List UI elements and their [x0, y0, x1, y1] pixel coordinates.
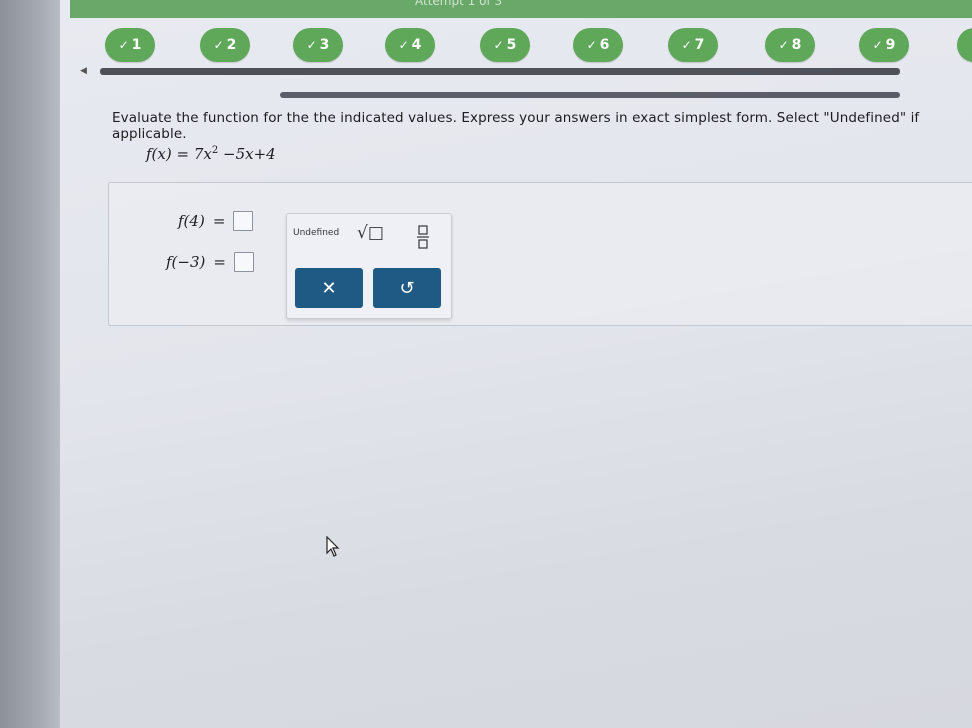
- sqrt-button[interactable]: √□: [357, 223, 384, 243]
- function-lhs: f(x): [146, 145, 172, 163]
- step-5-button[interactable]: ✓ 5: [480, 28, 530, 62]
- function-term-a: 7x: [193, 145, 212, 163]
- undefined-button[interactable]: Undefined: [293, 228, 339, 238]
- answer-2-label: f(−3): [166, 253, 206, 271]
- step-7-button[interactable]: ✓ 7: [668, 28, 718, 62]
- check-icon: ✓: [213, 38, 224, 52]
- math-keypad: Undefined √□ ✕ ↺: [286, 213, 452, 319]
- question-instructions: Evaluate the function for the the indica…: [112, 110, 920, 142]
- progress-bar-shadow: [280, 92, 900, 98]
- clear-button[interactable]: ✕: [295, 268, 363, 308]
- check-icon: ✓: [681, 38, 692, 52]
- function-definition: f(x) = 7x2 −5x+4: [146, 145, 276, 163]
- fraction-button[interactable]: [415, 222, 431, 252]
- answer-1-input[interactable]: [233, 211, 254, 231]
- question-steps: ✓ 1 ✓ 2 ✓ 3 ✓ 4 ✓ 5 ✓ 6 ✓ 7 ✓ 8 ✓ 9: [105, 28, 972, 64]
- check-icon: ✓: [306, 38, 317, 52]
- step-number: 4: [411, 37, 422, 53]
- step-4-button[interactable]: ✓ 4: [385, 28, 435, 62]
- answer-2-input[interactable]: [233, 252, 254, 272]
- answer-1-equals: =: [212, 212, 226, 230]
- monitor-bezel: [0, 0, 68, 728]
- check-icon: ✓: [778, 38, 789, 52]
- step-number: 1: [131, 37, 142, 53]
- mouse-cursor-icon: [326, 536, 340, 557]
- function-term-b: −5x+4: [223, 145, 276, 163]
- step-9-button[interactable]: ✓ 9: [859, 28, 909, 62]
- step-number: 6: [599, 37, 610, 53]
- function-exponent: 2: [211, 145, 219, 156]
- step-number: 9: [885, 37, 896, 53]
- step-3-button[interactable]: ✓ 3: [293, 28, 343, 62]
- step-2-button[interactable]: ✓ 2: [200, 28, 250, 62]
- check-icon: ✓: [586, 38, 597, 52]
- attempt-title: Attempt 1 of 3: [415, 0, 503, 8]
- chevron-left-icon[interactable]: ◀: [80, 66, 87, 76]
- step-6-button[interactable]: ✓ 6: [573, 28, 623, 62]
- step-number: 7: [694, 37, 705, 53]
- progress-bar: [100, 68, 900, 75]
- step-1-button[interactable]: ✓ 1: [105, 28, 155, 62]
- step-8-button[interactable]: ✓ 8: [765, 28, 815, 62]
- step-number: 3: [319, 37, 330, 53]
- answer-row-1: f(4) =: [178, 211, 254, 231]
- answer-row-2: f(−3) =: [166, 252, 254, 272]
- answer-2-equals: =: [213, 253, 226, 271]
- step-next-button[interactable]: [957, 28, 972, 62]
- equals-sign: =: [176, 145, 190, 163]
- check-icon: ✓: [872, 38, 883, 52]
- step-number: 2: [226, 37, 237, 53]
- undo-button[interactable]: ↺: [373, 268, 441, 308]
- check-icon: ✓: [118, 38, 129, 52]
- answer-1-label: f(4): [178, 212, 205, 230]
- check-icon: ✓: [398, 38, 409, 52]
- check-icon: ✓: [493, 38, 504, 52]
- top-bar: Attempt 1 of 3: [70, 0, 972, 18]
- step-number: 5: [506, 37, 517, 53]
- step-number: 8: [791, 37, 802, 53]
